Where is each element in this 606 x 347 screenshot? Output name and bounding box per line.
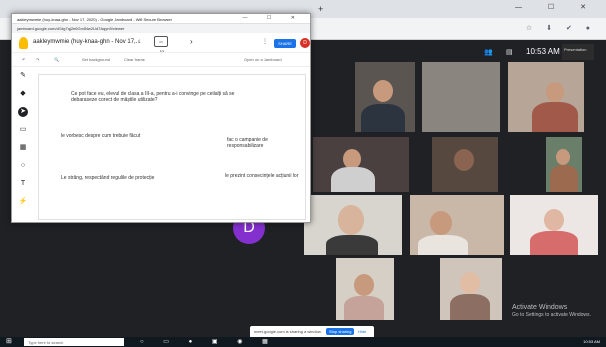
extension-icons[interactable]: ☆ ⬇ ✔ ● — [526, 24, 596, 32]
open-on-jamboard-button[interactable]: Open on a Jamboard — [244, 57, 282, 62]
participant-face — [343, 149, 361, 169]
participant-body — [326, 235, 378, 255]
outer-window-controls[interactable]: — ☐ ✕ — [515, 3, 598, 11]
jamboard-window-controls[interactable]: — ☐ ✕ — [243, 15, 304, 21]
participant-tile-7[interactable] — [304, 195, 402, 255]
participant-face — [460, 272, 480, 294]
jamboard-window-title: aakleymwmie (huy-knaa-ghn - Nov 17, 2020… — [17, 17, 172, 22]
frame-counter[interactable]: ▭ 1/1 — [154, 36, 168, 53]
chat-icon[interactable]: ▤ — [506, 48, 513, 56]
jam-title[interactable]: aakleymwmie (huy-knaa-ghn - Nov 17,... — [33, 39, 141, 45]
more-options-icon[interactable]: ⋮ — [262, 38, 268, 45]
activate-subtitle: Go to Settings to activate Windows. — [512, 312, 591, 318]
participant-body — [361, 104, 405, 132]
participant-tile-3[interactable] — [508, 62, 584, 132]
participant-body — [530, 231, 578, 255]
set-background-button[interactable]: Set background — [82, 57, 110, 62]
participant-face — [544, 209, 564, 231]
account-avatar[interactable]: D — [300, 38, 310, 48]
participant-body — [418, 235, 468, 255]
laser-icon[interactable]: ⚡ — [18, 197, 28, 207]
share-button[interactable]: SHARE — [274, 39, 296, 48]
participant-body — [331, 167, 375, 192]
participant-tile-1[interactable] — [355, 62, 415, 132]
jamboard-canvas[interactable]: Ce pot face eu, elevul de clasa a III-a,… — [38, 74, 306, 220]
activate-title: Activate Windows — [512, 304, 568, 311]
jamboard-window: aakleymwmie (huy-knaa-ghn - Nov 17, 2020… — [11, 13, 311, 223]
jamboard-url[interactable]: jamboard.google.com/d/1tg7qj2e6Gn4Nw2Ud7… — [12, 24, 310, 33]
participant-body — [344, 296, 384, 320]
people-icon[interactable]: 👥 — [484, 48, 493, 56]
note-rules[interactable]: Le strâng, respectând regulile de protec… — [61, 175, 201, 181]
participant-tile-2[interactable] — [422, 62, 500, 132]
sharing-text: meet.google.com is sharing a window. — [254, 329, 322, 334]
hide-button[interactable]: Hide — [358, 329, 366, 334]
redo-icon[interactable]: ↷ — [36, 57, 39, 62]
new-tab-button[interactable]: + — [318, 4, 323, 14]
participant-body — [532, 102, 578, 132]
participant-face — [556, 149, 570, 165]
participant-tile-4[interactable] — [313, 137, 409, 192]
activate-windows-watermark: Activate Windows Go to Settings to activ… — [512, 304, 591, 318]
text-box-icon[interactable]: T — [18, 179, 28, 189]
jamboard-toolbar: ↶ ↷ 🔍 Set background Clear frame Open on… — [12, 53, 310, 67]
participant-tile-10[interactable] — [336, 258, 394, 320]
undo-icon[interactable]: ↶ — [22, 57, 25, 62]
tray-clock: 10:53 AM — [583, 339, 600, 344]
note-talk[interactable]: le vorbesc despre cum trebuie făcut — [61, 133, 171, 139]
image-icon[interactable]: ▦ — [18, 143, 28, 153]
sticky-note-icon[interactable]: ▭ — [18, 125, 28, 135]
prev-frame-icon[interactable]: ‹ — [138, 38, 140, 45]
participant-face — [546, 82, 564, 102]
next-frame-icon[interactable]: › — [190, 37, 193, 46]
participant-face — [373, 80, 393, 102]
jamboard-logo-icon — [19, 37, 28, 49]
participant-tile-9[interactable] — [510, 195, 598, 255]
participant-face — [338, 205, 364, 235]
taskbar-apps[interactable]: ○ ▭ ● ▣ ◉ ▦ — [140, 338, 277, 345]
jamboard-header: aakleymwmie (huy-knaa-ghn - Nov 17,... ‹… — [12, 33, 310, 53]
note-campaign[interactable]: fac o campanie de responsabilizare — [227, 137, 297, 149]
frame-bar-icon: ▭ — [159, 39, 163, 44]
windows-taskbar: ⊞ Type here to search ○ ▭ ● ▣ ◉ ▦ 10:53 … — [0, 337, 606, 347]
participant-face — [454, 149, 474, 171]
participant-tile-11[interactable] — [440, 258, 502, 320]
participant-face — [354, 274, 374, 296]
participant-body — [550, 165, 578, 192]
pen-icon[interactable]: ✎ — [18, 71, 28, 81]
participant-body — [450, 294, 490, 320]
select-icon[interactable]: ➤ — [18, 107, 28, 117]
start-icon[interactable]: ⊞ — [6, 338, 14, 346]
note-consequences[interactable]: le prezint consecințele acțiunii lor — [225, 173, 299, 179]
zoom-icon[interactable]: 🔍 — [54, 57, 59, 62]
meet-clock: 10:53 AM — [526, 47, 560, 56]
participant-tile-5[interactable] — [432, 137, 498, 192]
participant-tile-6[interactable] — [546, 137, 582, 192]
stop-sharing-button[interactable]: Stop sharing — [326, 328, 355, 335]
jamboard-tool-sidebar: ✎ ◆ ➤ ▭ ▦ ○ T ⚡ — [12, 67, 34, 224]
presenter-tile[interactable]: Presentation — [562, 44, 594, 60]
participant-face — [430, 211, 452, 235]
circle-icon[interactable]: ○ — [18, 161, 28, 171]
taskbar-search[interactable]: Type here to search — [24, 338, 124, 346]
jamboard-titlebar: aakleymwmie (huy-knaa-ghn - Nov 17, 2020… — [12, 14, 310, 24]
clear-frame-button[interactable]: Clear frame — [124, 57, 145, 62]
eraser-icon[interactable]: ◆ — [18, 89, 28, 99]
participant-tile-8[interactable] — [410, 195, 504, 255]
note-question[interactable]: Ce pot face eu, elevul de clasa a III-a,… — [71, 91, 251, 103]
